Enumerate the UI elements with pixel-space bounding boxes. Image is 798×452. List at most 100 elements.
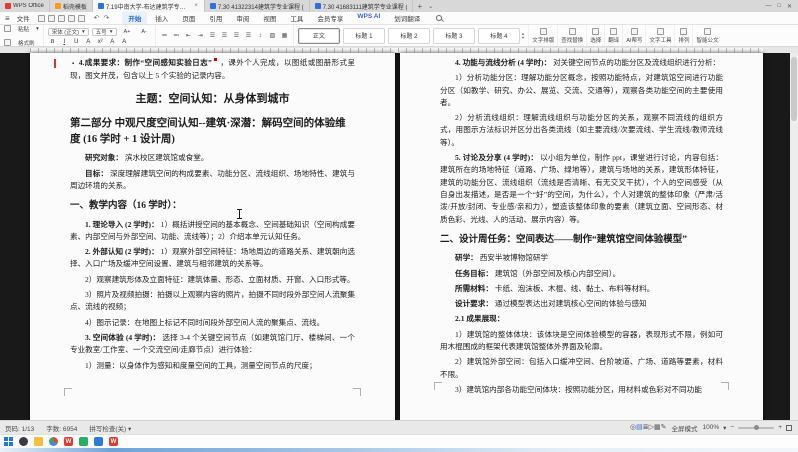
font-name-select[interactable]: 宋体 (正文) ▾ [48, 28, 89, 36]
file-menu[interactable]: 文件 [13, 13, 34, 23]
font-size-select[interactable]: 五号 ▾ [92, 28, 117, 36]
start-button[interactable] [4, 437, 13, 446]
redo-icon[interactable]: ↷ [104, 14, 110, 22]
menu-item[interactable]: 引用 [203, 12, 228, 24]
ribbon-tool[interactable]: 排列 [674, 25, 692, 46]
menu-item[interactable]: 视图 [257, 12, 282, 24]
search-icon[interactable] [436, 15, 442, 21]
window-tab[interactable]: WPS Office [0, 0, 50, 12]
file-explorer-icon[interactable] [34, 437, 43, 446]
window-tab[interactable]: 7.30 41683111建筑学专业课程 ( [310, 0, 414, 12]
cloud-sync-icon[interactable] [68, 15, 75, 22]
save-icon[interactable] [38, 15, 45, 22]
edit-mode-icon[interactable]: ✎ [661, 424, 667, 431]
tab-list-chevron-icon[interactable]: ⌄ [426, 0, 435, 12]
web-layout-icon[interactable]: ▦ [654, 424, 661, 431]
minimize-button[interactable]: — [765, 3, 771, 9]
page-view-icon[interactable]: ▤ [636, 424, 643, 431]
style-item[interactable]: 标题 1 [343, 28, 385, 44]
ribbon-tool[interactable]: 翻译 [604, 25, 622, 46]
char-shading-button[interactable]: A [120, 39, 129, 45]
menu-item[interactable]: 工具 [284, 12, 309, 24]
bold-button[interactable]: B [48, 39, 57, 45]
ribbon-tool[interactable]: 查找替换 [557, 25, 586, 46]
menu-item[interactable]: 划词翻译 [388, 12, 426, 24]
maximize-button[interactable]: □ [777, 3, 781, 9]
underline-button[interactable]: U [72, 39, 81, 45]
undo-icon[interactable]: ↶ [94, 14, 100, 22]
zoom-caret-icon[interactable]: ▾ [723, 424, 726, 432]
zoom-out-button[interactable]: − [730, 424, 734, 431]
zoom-in-button[interactable]: + [778, 424, 782, 431]
docs-icon[interactable] [94, 437, 103, 446]
align-right-icon[interactable]: ☰ [232, 32, 241, 39]
zoom-slider[interactable] [738, 427, 774, 429]
menu-item[interactable]: 会员专享 [311, 12, 349, 24]
ribbon-tool[interactable]: 智能公文 [692, 25, 721, 46]
zoom-slider-knob[interactable] [754, 425, 759, 430]
number-list-icon[interactable]: ≕ [172, 32, 181, 39]
menu-item[interactable]: 页面 [176, 12, 201, 24]
status-item[interactable]: 拼写检查(关) ▾ [89, 423, 131, 433]
ribbon-tool[interactable]: 文字排版 [528, 25, 557, 46]
close-button[interactable]: ✕ [787, 3, 792, 10]
user-avatar[interactable] [19, 437, 28, 446]
paste-icon[interactable] [4, 25, 11, 32]
highlight-button[interactable]: A [108, 39, 117, 45]
print-preview-icon[interactable] [58, 15, 65, 22]
ribbon-tool[interactable]: 文字工具 [645, 25, 674, 46]
document-page-2[interactable]: 4. 功能与流线分析 (4 学时)： 对关键空间节点的功能分区及流线组织进行分析… [400, 53, 763, 420]
paste-button[interactable]: 粘贴 [14, 25, 33, 35]
menu-item-label: 引用 [209, 16, 222, 23]
ribbon-tool[interactable]: AI帮写 [622, 25, 645, 46]
wps-writer-icon[interactable]: W [64, 437, 73, 446]
outdent-icon[interactable]: ⇤ [184, 32, 193, 39]
ribbon-tool[interactable]: 选择 [586, 25, 604, 46]
wechat-icon[interactable] [79, 437, 88, 446]
italic-button[interactable]: I [60, 39, 69, 45]
menu-item[interactable]: 审阅 [230, 12, 255, 24]
share-icon[interactable] [78, 15, 85, 22]
menu-item[interactable]: WPS AI [351, 12, 386, 24]
window-tab[interactable]: 7.30 41322314建筑学专业课程 ( [205, 0, 310, 12]
style-item[interactable]: 标题 4 [478, 28, 520, 44]
style-item[interactable]: 标题 2 [388, 28, 430, 44]
align-center-icon[interactable]: ☰ [220, 32, 229, 39]
align-left-icon[interactable]: ☰ [208, 32, 217, 39]
print-icon[interactable] [48, 15, 55, 22]
bullet-list-icon[interactable]: ≔ [160, 32, 169, 39]
mode-label[interactable]: 全屏模式 [672, 423, 698, 433]
main-menu-icon[interactable]: ≡ [0, 14, 13, 23]
font-color-button[interactable]: A [84, 39, 93, 45]
document-page-1[interactable]: ▪ 4.成果要求：制作“空间感知实验日志” ，课外个人完成，以图纸或图册形式呈现… [30, 53, 395, 420]
style-item[interactable]: 正文 [298, 28, 340, 44]
wps-icon-2[interactable]: W [109, 437, 118, 446]
superscript-button[interactable]: x² [96, 39, 105, 45]
paste-caret-icon[interactable]: ▾ [36, 26, 39, 32]
new-tab-button[interactable]: + [413, 0, 426, 12]
shading-icon[interactable]: ▨ [268, 32, 277, 39]
vertical-scrollbar[interactable] [790, 53, 798, 420]
status-item[interactable]: 页码: 1/13 [5, 423, 34, 433]
indent-icon[interactable]: ⇥ [196, 32, 205, 39]
style-item[interactable]: 标题 3 [433, 28, 475, 44]
line-spacing-icon[interactable]: ↕ [256, 33, 265, 39]
menu-item[interactable]: 插入 [149, 12, 174, 24]
grow-font-button[interactable]: A+ [120, 27, 135, 37]
close-tab-icon[interactable]: × [193, 3, 199, 9]
scrollbar-thumb[interactable] [791, 57, 797, 121]
status-item[interactable]: 字数: 6954 [46, 423, 77, 433]
format-painter-button[interactable]: 格式刷 [14, 37, 39, 48]
fullscreen-icon[interactable] [786, 425, 792, 431]
zoom-level[interactable]: 100% [703, 424, 720, 431]
menu-item[interactable]: 开始 [122, 12, 147, 24]
shrink-font-button[interactable]: A- [137, 27, 151, 37]
borders-icon[interactable]: ▦ [280, 32, 289, 39]
style-nav-down-icon[interactable]: ▾ [522, 36, 524, 40]
paragraph-lead: 4. 功能与流线分析 (4 学时)： [455, 58, 551, 67]
format-painter-icon[interactable] [4, 39, 11, 46]
chrome-icon[interactable] [49, 437, 58, 446]
window-tab[interactable]: 稻壳模板 [50, 0, 93, 12]
justify-icon[interactable]: ☰ [244, 32, 253, 39]
window-tab[interactable]: 7.19中南大学-布达建筑学专业(2) × [93, 0, 205, 12]
